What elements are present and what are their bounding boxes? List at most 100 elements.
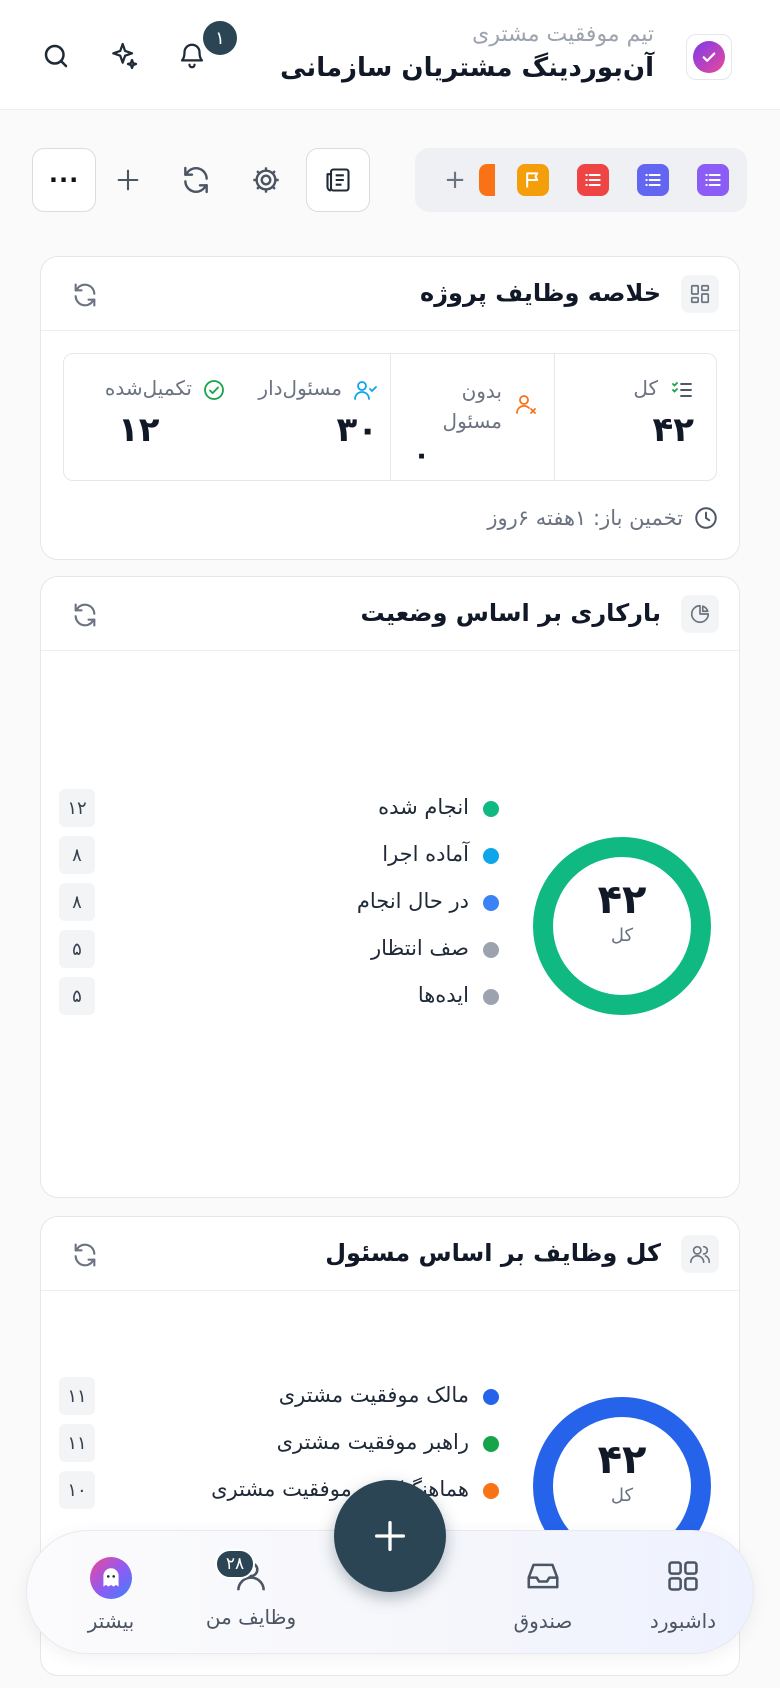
assignee-card-title: کل وظایف بر اساس مسئول: [325, 1239, 661, 1267]
view-milestones[interactable]: [517, 164, 549, 196]
clock-icon: [695, 507, 717, 529]
project-title[interactable]: آن‌بوردینگ مشتریان سازمانی: [280, 53, 654, 83]
stat-unassigned[interactable]: بدون مسئول ۰: [390, 354, 554, 480]
create-fab-button[interactable]: [334, 1480, 446, 1592]
view-list-3[interactable]: [577, 164, 609, 196]
ai-assistant-button[interactable]: [104, 36, 144, 76]
project-icon[interactable]: [686, 34, 732, 80]
notifications-button[interactable]: ۱: [172, 18, 240, 76]
status-donut-center: ۴۲ کل: [525, 877, 719, 946]
legend-count: ۱۱: [59, 1424, 95, 1462]
stat-assigned-value: ۳۰: [336, 410, 378, 450]
legend-label: مالک موفقیت مشتری: [278, 1383, 469, 1407]
nav-more[interactable]: بیشتر: [51, 1557, 171, 1633]
list-icon: [705, 174, 721, 186]
legend-label: راهبر موفقیت مشتری: [276, 1430, 469, 1454]
nav-inbox-label: صندوق: [513, 1609, 573, 1633]
legend-color-dot: [483, 942, 499, 958]
refresh-icon: [74, 283, 96, 307]
top-header: تیم موفقیت مشتری آن‌بوردینگ مشتریان سازم…: [0, 0, 780, 110]
add-view-button[interactable]: +: [443, 164, 467, 196]
assignee-card-header: کل وظایف بر اساس مسئول: [41, 1217, 739, 1291]
legend-item[interactable]: ۱۱ راهبر موفقیت مشتری: [59, 1424, 499, 1464]
summary-card-title: خلاصه وظایف پروژه: [420, 279, 661, 307]
legend-color-dot: [483, 989, 499, 1005]
stat-total-value: ۴۲: [652, 410, 694, 450]
settings-button[interactable]: [234, 148, 298, 212]
legend-label: آماده اجرا: [382, 842, 469, 866]
inbox-icon: [527, 1563, 559, 1589]
legend-item[interactable]: ۱۲ انجام شده: [59, 789, 499, 829]
assignee-total-label: کل: [610, 1485, 634, 1506]
summary-stats: کل ۴۲ بدون مسئول ۰ مسئول‌دار ۳۰ تکمیل‌شد…: [63, 353, 717, 481]
legend-item[interactable]: ۸ آماده اجرا: [59, 836, 499, 876]
legend-color-dot: [483, 801, 499, 817]
legend-label: انجام شده: [378, 795, 469, 819]
nav-more-label: بیشتر: [87, 1609, 135, 1633]
view-switcher: +: [415, 148, 747, 212]
legend-color-dot: [483, 1389, 499, 1405]
search-icon: [44, 44, 68, 68]
plus-icon: [117, 169, 139, 191]
more-dots-icon: ···: [48, 166, 80, 194]
sparkles-icon: [112, 42, 138, 70]
status-total-label: کل: [610, 925, 634, 946]
project-titles: تیم موفقیت مشتری آن‌بوردینگ مشتریان سازم…: [280, 22, 654, 83]
legend-item[interactable]: ۵ ایده‌ها: [59, 977, 499, 1017]
summary-card-header: خلاصه وظایف پروژه: [41, 257, 739, 331]
status-card-title: بارکاری بر اساس وضعیت: [360, 599, 661, 627]
assignee-donut-center: ۴۲ کل: [525, 1437, 719, 1506]
legend-label: در حال انجام: [356, 889, 469, 913]
legend-item[interactable]: ۵ صف انتظار: [59, 930, 499, 970]
refresh-icon: [74, 603, 96, 627]
legend-item[interactable]: ۱۱ مالک موفقیت مشتری: [59, 1377, 499, 1417]
legend-color-dot: [483, 895, 499, 911]
legend-item[interactable]: ۸ در حال انجام: [59, 883, 499, 923]
assignee-refresh-button[interactable]: [69, 1239, 101, 1271]
nav-my-tasks[interactable]: ۲۸ وظایف من: [191, 1549, 311, 1629]
legend-color-dot: [483, 1436, 499, 1452]
check-circle-icon: [204, 380, 224, 400]
summary-refresh-button[interactable]: [69, 279, 101, 311]
open-estimate: تخمین باز: ۱هفته ۶روز: [487, 505, 719, 531]
pie-chart-icon: [681, 595, 719, 633]
stat-assigned-label: مسئول‌دار: [258, 376, 342, 400]
stat-unassigned-label: بدون مسئول: [442, 379, 502, 433]
user-x-icon: [516, 395, 536, 414]
open-estimate-text: تخمین باز: ۱هفته ۶روز: [487, 506, 683, 530]
team-name: تیم موفقیت مشتری: [472, 22, 654, 47]
flag-icon: [526, 172, 539, 188]
refresh-icon: [184, 166, 208, 194]
refresh-button[interactable]: [164, 148, 228, 212]
stat-completed-label: تکمیل‌شده: [104, 376, 192, 400]
stat-completed[interactable]: تکمیل‌شده ۱۲: [64, 354, 226, 480]
stat-unassigned-value: ۰: [413, 438, 431, 471]
legend-count: ۵: [59, 977, 95, 1015]
notification-badge: ۱: [200, 18, 240, 58]
nav-inbox[interactable]: صندوق: [483, 1557, 603, 1633]
assignee-total-value: ۴۲: [597, 1437, 647, 1483]
nav-dashboard-label: داشبورد: [649, 1609, 717, 1633]
status-refresh-button[interactable]: [69, 599, 101, 631]
legend-count: ۸: [59, 836, 95, 874]
legend-label: ایده‌ها: [417, 983, 469, 1007]
more-options-button[interactable]: ···: [32, 148, 96, 212]
view-truncated[interactable]: [479, 164, 495, 196]
stat-total[interactable]: کل ۴۲: [554, 354, 716, 480]
docs-button[interactable]: [306, 148, 370, 212]
search-button[interactable]: [36, 36, 76, 76]
check-badge-icon: [693, 41, 725, 73]
avatar: [90, 1557, 132, 1599]
refresh-icon: [74, 1243, 96, 1267]
legend-count: ۱۱: [59, 1377, 95, 1415]
nav-dashboard[interactable]: داشبورد: [623, 1557, 743, 1633]
view-list-2[interactable]: [637, 164, 669, 196]
legend-label: صف انتظار: [370, 936, 469, 960]
stat-completed-value: ۱۲: [118, 410, 160, 450]
my-tasks-badge: ۲۸: [215, 1549, 255, 1579]
view-list-1[interactable]: [697, 164, 729, 196]
stat-assigned[interactable]: مسئول‌دار ۳۰: [226, 354, 390, 480]
legend-count: ۸: [59, 883, 95, 921]
users-icon: [681, 1235, 719, 1273]
add-button[interactable]: [96, 148, 160, 212]
